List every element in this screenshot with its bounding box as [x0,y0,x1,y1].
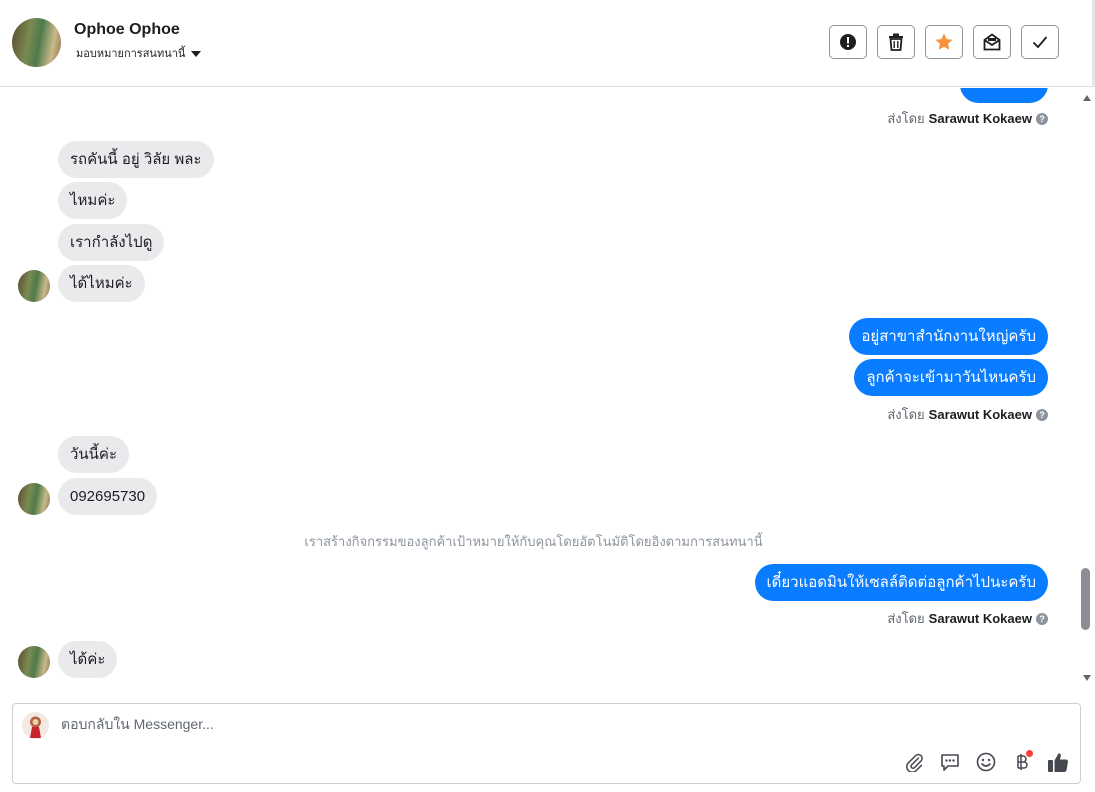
contact-avatar-small [18,483,50,515]
contact-name[interactable]: Ophoe Ophoe [74,21,180,39]
contact-avatar-small [18,270,50,302]
message-bubble-outgoing [960,88,1048,103]
alert-icon [840,34,856,50]
system-message: เราสร้างกิจกรรมของลูกค้าเป้าหมายให้กับคุ… [304,534,763,549]
check-icon [1032,36,1048,49]
scrollbar-thumb[interactable] [1081,568,1090,630]
message-thread: ส่งโดย Sarawut Kokaew ? รถคันนี้ อยู่ วิ… [0,88,1080,692]
sent-by-label: ส่งโดย Sarawut Kokaew ? [887,608,1048,629]
emoji-button[interactable] [974,750,998,774]
contact-avatar[interactable] [12,18,61,67]
caret-down-icon [191,50,202,57]
mark-spam-button[interactable] [829,25,867,59]
contact-avatar-small [18,646,50,678]
conversation-header: Ophoe Ophoe มอบหมายการสนทนานี้ [0,0,1095,87]
payment-button[interactable] [1010,750,1034,774]
emoji-icon [976,752,996,772]
sent-by-label: ส่งโดย Sarawut Kokaew ? [887,404,1048,425]
attach-button[interactable] [902,750,926,774]
notification-dot [1026,750,1033,757]
saved-replies-button[interactable] [938,750,962,774]
trash-icon [889,33,903,51]
like-button[interactable] [1046,750,1070,774]
message-bubble-incoming: 092695730 [58,478,158,515]
reply-input[interactable] [61,716,961,732]
delete-button[interactable] [877,25,915,59]
agent-avatar [22,712,49,739]
help-icon[interactable]: ? [1036,612,1048,625]
message-bubble-outgoing: ลูกค้าจะเข้ามาวันไหนครับ [854,359,1048,396]
scroll-up-arrow-icon[interactable] [1083,95,1091,101]
star-icon [935,33,953,50]
help-icon[interactable]: ? [1036,112,1048,125]
mark-done-button[interactable] [1021,25,1059,59]
assign-label: มอบหมายการสนทนานี้ [76,48,186,60]
assign-conversation-dropdown[interactable]: มอบหมายการสนทนานี้ [76,44,202,62]
saved-reply-icon [941,754,959,771]
sent-by-label: ส่งโดย Sarawut Kokaew ? [887,108,1048,129]
mark-unread-button[interactable] [973,25,1011,59]
message-bubble-incoming: ไหมค่ะ [58,182,128,219]
thread-scrollbar[interactable] [1080,88,1095,692]
paperclip-icon [906,753,923,772]
mark-unread-icon [983,33,1001,51]
message-bubble-incoming: วันนี้ค่ะ [58,436,130,473]
message-bubble-outgoing: อยู่สาขาสำนักงานใหญ่ครับ [849,318,1048,355]
like-icon [1048,753,1069,772]
reply-composer [12,703,1081,784]
scroll-down-arrow-icon[interactable] [1083,675,1091,681]
help-icon[interactable]: ? [1036,408,1048,421]
message-bubble-incoming: ได้ไหมค่ะ [58,265,145,302]
message-bubble-outgoing: เดี๋ยวแอดมินให้เซลล์ติดต่อลูกค้าไปนะครับ [754,564,1048,601]
message-bubble-incoming: เรากำลังไปดู [58,224,165,261]
message-bubble-incoming: รถคันนี้ อยู่ วิลัย พละ [58,141,214,178]
message-bubble-incoming: ได้ค่ะ [58,641,118,678]
star-button[interactable] [925,25,963,59]
